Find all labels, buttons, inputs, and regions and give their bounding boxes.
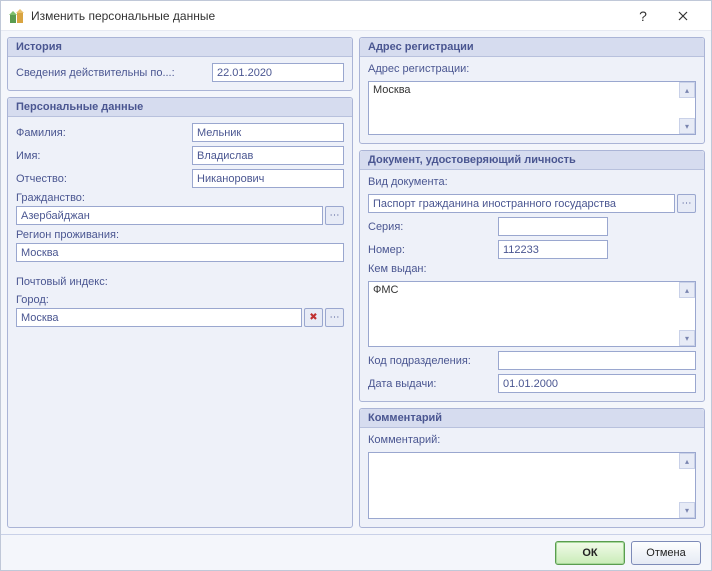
- lastname-input[interactable]: [192, 123, 344, 142]
- comment-legend: Комментарий: [360, 409, 704, 428]
- dept-code-label: Код подразделения:: [368, 355, 492, 367]
- ellipsis-icon: ⋯: [682, 198, 692, 209]
- comment-fieldset: Комментарий Комментарий: ▴ ▾: [359, 408, 705, 528]
- history-fieldset: История Сведения действительны по...:: [7, 37, 353, 91]
- doc-type-input[interactable]: [368, 194, 675, 213]
- number-input[interactable]: [498, 240, 608, 259]
- personal-fieldset: Персональные данные Фамилия: Имя: Отчест…: [7, 97, 353, 528]
- doc-type-picker-button[interactable]: ⋯: [677, 194, 696, 213]
- scroll-up-icon[interactable]: ▴: [679, 282, 695, 298]
- region-input[interactable]: [16, 243, 344, 262]
- clear-icon: ✖: [309, 312, 317, 323]
- scroll-down-icon[interactable]: ▾: [679, 118, 695, 134]
- issue-date-label: Дата выдачи:: [368, 378, 492, 390]
- firstname-input[interactable]: [192, 146, 344, 165]
- button-bar: ОК Отмена: [1, 534, 711, 570]
- address-label: Адрес регистрации:: [368, 63, 696, 75]
- left-column: История Сведения действительны по...: Пе…: [7, 37, 353, 528]
- number-label: Номер:: [368, 244, 492, 256]
- postal-label: Почтовый индекс:: [16, 276, 344, 288]
- series-label: Серия:: [368, 221, 492, 233]
- document-fieldset: Документ, удостоверяющий личность Вид до…: [359, 150, 705, 402]
- right-column: Адрес регистрации Адрес регистрации: Мос…: [359, 37, 705, 528]
- ok-button[interactable]: ОК: [555, 541, 625, 565]
- address-fieldset: Адрес регистрации Адрес регистрации: Мос…: [359, 37, 705, 144]
- address-textarea[interactable]: Москва: [368, 81, 696, 135]
- comment-textarea[interactable]: [368, 452, 696, 519]
- cancel-button[interactable]: Отмена: [631, 541, 701, 565]
- content-area: История Сведения действительны по...: Пе…: [1, 31, 711, 534]
- ellipsis-icon: ⋯: [330, 312, 340, 323]
- window-title: Изменить персональные данные: [31, 9, 623, 23]
- personal-legend: Персональные данные: [8, 98, 352, 117]
- doc-type-label: Вид документа:: [368, 176, 696, 188]
- series-input[interactable]: [498, 217, 608, 236]
- region-label: Регион проживания:: [16, 229, 344, 241]
- history-legend: История: [8, 38, 352, 57]
- scroll-up-icon[interactable]: ▴: [679, 82, 695, 98]
- dialog-window: Изменить персональные данные ? История С…: [0, 0, 712, 571]
- ellipsis-icon: ⋯: [330, 210, 340, 221]
- citizenship-label: Гражданство:: [16, 192, 344, 204]
- citizenship-input[interactable]: [16, 206, 323, 225]
- scroll-down-icon[interactable]: ▾: [679, 502, 695, 518]
- city-clear-button[interactable]: ✖: [304, 308, 323, 327]
- close-button[interactable]: [663, 1, 703, 31]
- scroll-up-icon[interactable]: ▴: [679, 453, 695, 469]
- city-picker-button[interactable]: ⋯: [325, 308, 344, 327]
- lastname-label: Фамилия:: [16, 127, 186, 139]
- comment-label: Комментарий:: [368, 434, 696, 446]
- issue-date-input[interactable]: [498, 374, 696, 393]
- titlebar: Изменить персональные данные ?: [1, 1, 711, 31]
- patronymic-label: Отчество:: [16, 173, 186, 185]
- document-legend: Документ, удостоверяющий личность: [360, 151, 704, 170]
- city-input[interactable]: [16, 308, 302, 327]
- dept-code-input[interactable]: [498, 351, 696, 370]
- issued-by-textarea[interactable]: ФМС: [368, 281, 696, 347]
- scroll-down-icon[interactable]: ▾: [679, 330, 695, 346]
- city-label: Город:: [16, 294, 344, 306]
- valid-till-input[interactable]: [212, 63, 344, 82]
- app-icon: [9, 8, 25, 24]
- help-button[interactable]: ?: [623, 1, 663, 31]
- valid-till-label: Сведения действительны по...:: [16, 67, 206, 79]
- issued-by-label: Кем выдан:: [368, 263, 696, 275]
- address-legend: Адрес регистрации: [360, 38, 704, 57]
- citizenship-picker-button[interactable]: ⋯: [325, 206, 344, 225]
- firstname-label: Имя:: [16, 150, 186, 162]
- patronymic-input[interactable]: [192, 169, 344, 188]
